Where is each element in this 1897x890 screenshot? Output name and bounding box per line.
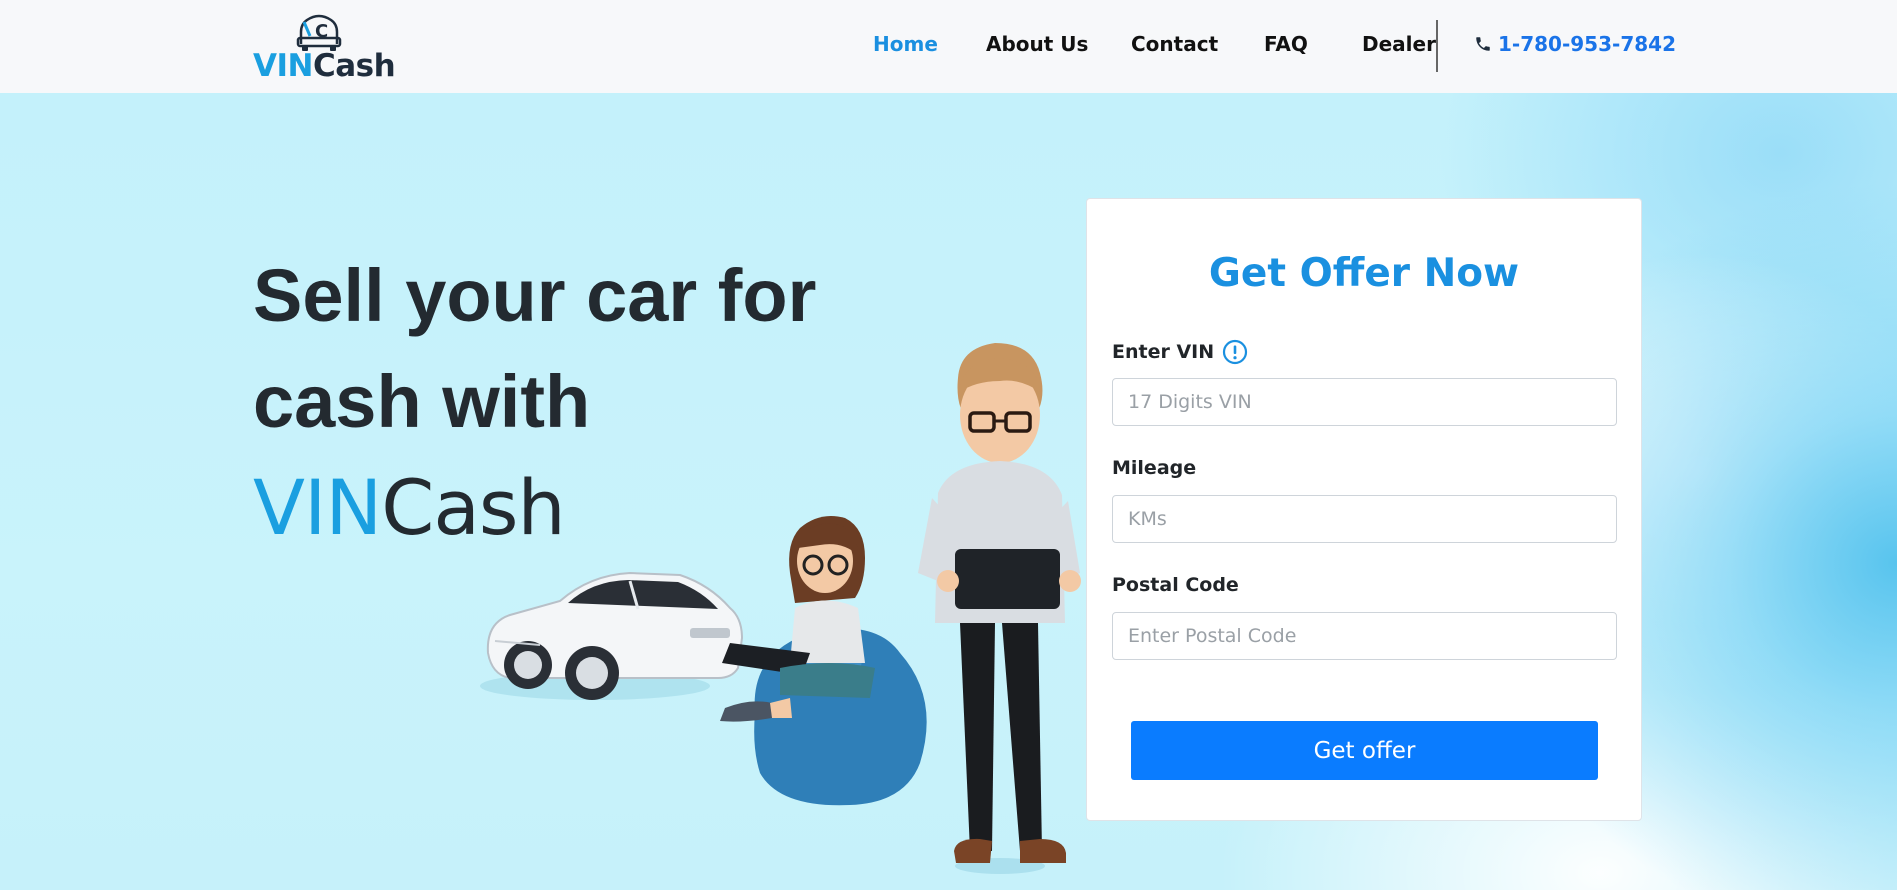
vin-label: Enter VIN <box>1112 339 1248 365</box>
get-offer-form: Get Offer Now Enter VIN Mileage Postal C… <box>1086 198 1642 821</box>
phone-link[interactable]: 1-780-953-7842 <box>1474 32 1676 56</box>
mileage-label: Mileage <box>1112 457 1197 479</box>
site-header: C VINCash Home About Us Contact FAQ Deal… <box>0 0 1897 93</box>
mileage-input[interactable] <box>1112 495 1617 543</box>
nav-contact[interactable]: Contact <box>1131 32 1218 56</box>
nav-divider <box>1436 20 1438 72</box>
vin-label-text: Enter VIN <box>1112 341 1215 363</box>
info-icon[interactable] <box>1222 339 1248 365</box>
nav-about-us[interactable]: About Us <box>986 32 1088 56</box>
postal-code-label: Postal Code <box>1112 574 1239 596</box>
phone-icon <box>1476 37 1490 51</box>
man-figure-image <box>918 343 1081 874</box>
nav-home[interactable]: Home <box>873 32 938 56</box>
get-offer-button[interactable]: Get offer <box>1131 721 1598 780</box>
nav-faq[interactable]: FAQ <box>1264 32 1308 56</box>
headline-brand-vin: VIN <box>253 463 382 552</box>
hero-illustration <box>480 343 1081 874</box>
nav-dealer[interactable]: Dealer <box>1362 32 1436 56</box>
vin-input[interactable] <box>1112 378 1617 426</box>
woman-figure-image <box>720 515 875 722</box>
form-title: Get Offer Now <box>1208 251 1520 296</box>
postal-code-input[interactable] <box>1112 612 1617 660</box>
car-image <box>480 571 744 700</box>
phone-number: 1-780-953-7842 <box>1498 32 1676 56</box>
hero-section: Sell your car for cash with VINCash Get … <box>0 93 1897 890</box>
